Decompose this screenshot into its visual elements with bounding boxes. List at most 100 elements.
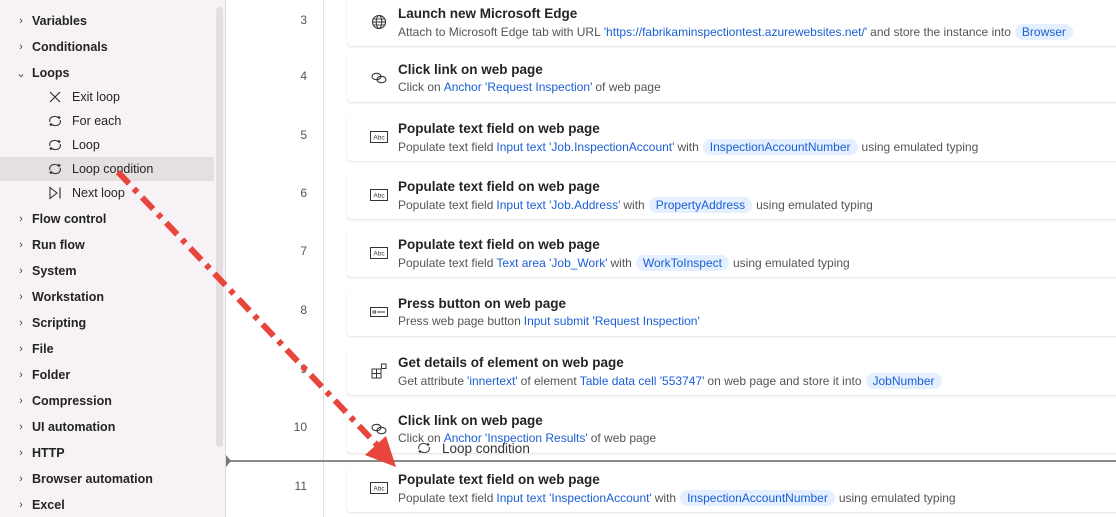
sidebar-scrollbar[interactable]: [216, 7, 223, 447]
parameter-link[interactable]: Input text 'Job.InspectionAccount': [496, 140, 674, 154]
action-title: Launch new Microsoft Edge: [398, 6, 578, 21]
parameter-link[interactable]: Input text 'InspectionAccount': [496, 491, 651, 505]
sidebar-group-variables[interactable]: › Variables: [0, 9, 214, 33]
description-text: Click on: [398, 80, 441, 94]
flow-action-card[interactable]: Abc Populate text field on web page Popula…: [347, 231, 1116, 277]
sidebar-group-file[interactable]: › File: [0, 337, 214, 361]
flow-action-card[interactable]: Launch new Microsoft Edge Attach to Micro…: [347, 0, 1116, 46]
sidebar-group-scripting[interactable]: › Scripting: [0, 311, 214, 335]
variable-badge[interactable]: Browser: [1014, 24, 1073, 40]
chevron-right-icon[interactable]: ›: [16, 239, 26, 251]
sidebar-item-label: Loop condition: [72, 162, 154, 176]
variable-badge[interactable]: WorkToInspect: [635, 255, 729, 271]
chevron-right-icon[interactable]: ›: [16, 395, 26, 407]
sidebar-group-label: UI automation: [32, 420, 116, 434]
chevron-right-icon[interactable]: ›: [16, 317, 26, 329]
flow-action-card[interactable]: Press button on web page Press web page b…: [347, 290, 1116, 336]
sidebar-group-workstation[interactable]: › Workstation: [0, 285, 214, 309]
chevron-right-icon[interactable]: ›: [16, 473, 26, 485]
flow-action-card[interactable]: Abc Populate text field on web page Popula…: [347, 466, 1116, 512]
line-number: 10: [293, 420, 307, 434]
text-field-icon: Abc: [369, 127, 389, 147]
variable-badge[interactable]: InspectionAccountNumber: [680, 490, 835, 506]
button-icon: [369, 302, 389, 322]
flow-action-card[interactable]: Abc Populate text field on web page Popula…: [347, 115, 1116, 161]
chevron-right-icon[interactable]: ›: [16, 447, 26, 459]
parameter-link[interactable]: Table data cell '553747': [580, 374, 705, 388]
sidebar-group-system[interactable]: › System: [0, 259, 214, 283]
action-description: Populate text field Input text 'Job.Inspe…: [398, 139, 978, 155]
sidebar-item-label: Loop: [72, 138, 100, 152]
sidebar-item-label: For each: [72, 114, 122, 128]
sidebar-group-browser-automation[interactable]: › Browser automation: [0, 467, 214, 491]
description-text: using emulated typing: [861, 140, 979, 154]
chevron-right-icon[interactable]: ›: [16, 213, 26, 225]
parameter-link[interactable]: Text area 'Job_Work': [496, 256, 607, 270]
variable-badge[interactable]: InspectionAccountNumber: [702, 139, 858, 155]
sidebar-item-label: Next loop: [72, 186, 125, 200]
svg-text:Abc: Abc: [373, 135, 385, 142]
description-text: Populate text field: [398, 256, 494, 270]
variable-badge[interactable]: JobNumber: [865, 373, 942, 389]
sidebar-item-loop-condition[interactable]: Loop condition: [0, 157, 214, 181]
sidebar-group-http[interactable]: › HTTP: [0, 441, 214, 465]
chevron-right-icon[interactable]: ›: [16, 41, 26, 53]
sidebar-group-flow-control[interactable]: › Flow control: [0, 207, 214, 231]
chevron-right-icon[interactable]: ›: [16, 265, 26, 277]
parameter-link[interactable]: 'innertext': [467, 374, 518, 388]
flow-action-card[interactable]: Click link on web page Click on Anchor 'Re…: [347, 56, 1116, 102]
sidebar-group-loops[interactable]: ⌄ Loops: [0, 61, 214, 85]
drop-position-indicator: [226, 460, 1116, 462]
sidebar-group-label: Compression: [32, 394, 112, 408]
sidebar-group-run-flow[interactable]: › Run flow: [0, 233, 214, 257]
parameter-link[interactable]: Input text 'Job.Address': [496, 198, 620, 212]
sidebar-group-label: Run flow: [32, 238, 85, 252]
description-text: using emulated typing: [732, 256, 850, 270]
line-number: 5: [300, 128, 307, 142]
parameter-link[interactable]: Input submit 'Request Inspection': [524, 314, 700, 328]
sidebar-group-label: HTTP: [32, 446, 65, 460]
action-description: Attach to Microsoft Edge tab with URL'ht…: [398, 24, 1077, 40]
line-number: 8: [300, 303, 307, 317]
line-number: 9: [300, 362, 307, 376]
sidebar-item-loop[interactable]: Loop: [0, 133, 214, 157]
sidebar-group-folder[interactable]: › Folder: [0, 363, 214, 387]
action-title: Click link on web page: [398, 62, 543, 77]
svg-text:Abc: Abc: [373, 486, 385, 493]
chevron-right-icon[interactable]: ›: [16, 499, 26, 511]
description-text: and store the instance into: [870, 25, 1011, 39]
variable-badge[interactable]: PropertyAddress: [648, 197, 753, 213]
sidebar-group-ui-automation[interactable]: › UI automation: [0, 415, 214, 439]
chevron-right-icon[interactable]: ›: [16, 15, 26, 27]
flow-action-card[interactable]: Abc Populate text field on web page Popula…: [347, 173, 1116, 219]
close-icon: [46, 88, 64, 106]
action-description: Press web page button Input submit 'Reque…: [398, 314, 700, 328]
chevron-down-icon[interactable]: ⌄: [16, 67, 26, 80]
chevron-right-icon[interactable]: ›: [16, 421, 26, 433]
dragged-action-label: Loop condition: [442, 440, 530, 456]
action-title: Populate text field on web page: [398, 472, 600, 487]
parameter-link[interactable]: 'https://fabrikaminspectiontest.azureweb…: [604, 25, 867, 39]
sidebar-item-exit-loop[interactable]: Exit loop: [0, 85, 214, 109]
chevron-right-icon[interactable]: ›: [16, 343, 26, 355]
dragged-action-ghost[interactable]: Loop condition: [414, 439, 530, 457]
text-field-icon: Abc: [369, 478, 389, 498]
description-text: Populate text field: [398, 198, 494, 212]
sidebar-item-next-loop[interactable]: Next loop: [0, 181, 214, 205]
svg-text:Abc: Abc: [373, 251, 385, 258]
sidebar-group-compression[interactable]: › Compression: [0, 389, 214, 413]
sidebar-group-label: Excel: [32, 498, 65, 512]
flow-action-card[interactable]: Get details of element on web page Get at…: [347, 349, 1116, 395]
sidebar-group-conditionals[interactable]: › Conditionals: [0, 35, 214, 59]
sidebar-item-for-each[interactable]: For each: [0, 109, 214, 133]
parameter-link[interactable]: Anchor 'Request Inspection': [444, 80, 593, 94]
next-loop-icon: [46, 184, 64, 202]
loop-icon: [46, 160, 64, 178]
chevron-right-icon[interactable]: ›: [16, 369, 26, 381]
description-text: Get attribute: [398, 374, 465, 388]
action-description: Get attribute'innertext' of element Table …: [398, 373, 946, 389]
action-title: Populate text field on web page: [398, 179, 600, 194]
sidebar-group-label: Browser automation: [32, 472, 153, 486]
sidebar-group-excel[interactable]: › Excel: [0, 493, 214, 517]
chevron-right-icon[interactable]: ›: [16, 291, 26, 303]
